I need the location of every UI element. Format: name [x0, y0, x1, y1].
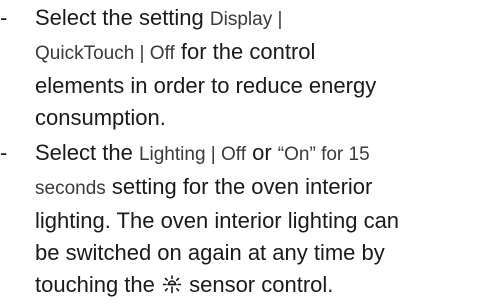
list-bullet: - — [0, 140, 8, 165]
ui-setting-lighting: Lighting | Off — [138, 144, 246, 165]
list-item-text: Select the Lighting | Off or “On” for 15… — [35, 137, 475, 301]
text-segment: or — [246, 140, 278, 165]
instruction-list: - Select the setting Display | QuickTouc… — [0, 0, 483, 297]
list-item-text: Select the setting Display | QuickTouch … — [35, 2, 475, 134]
light-sun-icon — [162, 275, 182, 294]
text-segment: Select the setting — [35, 5, 210, 30]
text-segment: sensor control. — [182, 272, 334, 297]
text-segment: Select the — [35, 140, 139, 165]
list-bullet: - — [0, 5, 8, 30]
